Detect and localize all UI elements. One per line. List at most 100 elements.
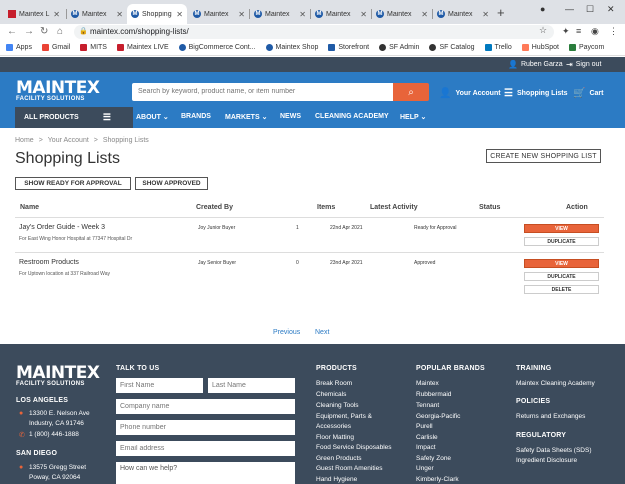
footer-link[interactable]: Maintex Cleaning Academy [516, 380, 595, 387]
footer-link[interactable]: Safety Data Sheets (SDS) [516, 447, 592, 454]
close-icon[interactable]: ✕ [299, 10, 306, 19]
footer-link[interactable]: Break Room [316, 380, 352, 387]
delete-button[interactable]: DELETE [524, 285, 599, 294]
window-close-icon[interactable]: ✕ [607, 4, 615, 15]
bookmark-maintex-live[interactable]: Maintex LIVE [116, 44, 169, 51]
first-name-field[interactable] [116, 378, 203, 393]
bookmark-sf-catalog[interactable]: SF Catalog [429, 44, 475, 51]
search-input[interactable] [132, 83, 394, 101]
bookmark-storefront[interactable]: Storefront [328, 44, 369, 51]
view-button[interactable]: VIEW [524, 259, 599, 268]
bookmark-paycom[interactable]: Paycom [569, 44, 604, 51]
nav-markets[interactable]: MARKETS ⌄ [225, 113, 267, 121]
nav-help[interactable]: HELP ⌄ [400, 113, 426, 121]
profile-circle-icon[interactable]: ● [540, 4, 545, 14]
previous-page-link[interactable]: Previous [273, 329, 300, 336]
close-icon[interactable]: ✕ [421, 10, 428, 19]
footer-link[interactable]: Green Products [316, 455, 362, 462]
close-icon[interactable]: ✕ [482, 10, 489, 19]
search-button[interactable]: ⌕ [393, 83, 429, 101]
footer-link[interactable]: Chemicals [316, 391, 346, 398]
bookmark-trello[interactable]: Trello [484, 44, 512, 51]
browser-tab[interactable]: M Maintex ✕ [372, 4, 432, 24]
footer-link[interactable]: Ingredient Disclosure [516, 457, 577, 464]
company-field[interactable] [116, 399, 295, 414]
footer-link[interactable]: Equipment, Parts & [316, 413, 372, 420]
last-name-field[interactable] [208, 378, 295, 393]
browser-tab[interactable]: M Maintex ✕ [433, 4, 493, 24]
user-name[interactable]: 👤 Ruben Garza [508, 60, 563, 69]
duplicate-button[interactable]: DUPLICATE [524, 237, 599, 246]
url-bar[interactable]: 🔒 maintex.com/shopping-lists/ [74, 25, 554, 39]
footer-link[interactable]: Guest Room Amenities [316, 465, 382, 472]
back-arrow-icon[interactable]: ← [7, 26, 17, 37]
reload-icon[interactable]: ↻ [40, 26, 48, 37]
footer-link[interactable]: Kimberly-Clark [416, 476, 459, 483]
phone-field[interactable] [116, 420, 295, 435]
forward-arrow-icon[interactable]: → [24, 26, 34, 37]
your-account-link[interactable]: 👤 Your Account [439, 88, 501, 99]
la-phone[interactable]: 1 (800) 446-1888 [29, 431, 79, 438]
duplicate-button[interactable]: DUPLICATE [524, 272, 599, 281]
nav-brands[interactable]: BRANDS [181, 113, 211, 120]
browser-tab[interactable]: M Maintex ✕ [250, 4, 310, 24]
avatar[interactable]: ◉ [591, 26, 599, 37]
browser-tab[interactable]: M Maintex ✕ [189, 4, 249, 24]
show-approved-button[interactable]: SHOW APPROVED [135, 177, 208, 190]
bookmark-apps[interactable]: Apps [6, 44, 32, 51]
kebab-menu-icon[interactable]: ⋮ [609, 26, 618, 37]
footer-link[interactable]: Carlisle [416, 434, 438, 441]
sign-out-link[interactable]: ⇥ Sign out [566, 60, 601, 69]
footer-link[interactable]: Returns and Exchanges [516, 413, 585, 420]
close-icon[interactable]: ✕ [360, 10, 367, 19]
footer-link[interactable]: Accessories [316, 423, 351, 430]
close-icon[interactable]: ✕ [116, 10, 123, 19]
breadcrumb-home[interactable]: Home [15, 137, 34, 144]
footer-link[interactable]: Safety Zone [416, 455, 451, 462]
footer-link[interactable]: Maintex [416, 380, 439, 387]
browser-tab[interactable]: M Maintex ✕ [67, 4, 127, 24]
show-ready-for-approval-button[interactable]: SHOW READY FOR APPROVAL [15, 177, 131, 190]
browser-tab-active[interactable]: M Shopping ✕ [127, 4, 187, 24]
bookmark-hubspot[interactable]: HubSpot [521, 44, 559, 51]
breadcrumb-your-account[interactable]: Your Account [48, 137, 89, 144]
footer-link[interactable]: Tennant [416, 402, 439, 409]
nav-cleaning-academy[interactable]: CLEANING ACADEMY [315, 113, 389, 120]
close-icon[interactable]: ✕ [176, 10, 183, 19]
bookmark-gmail[interactable]: Gmail [41, 44, 70, 51]
footer-link[interactable]: Unger [416, 465, 434, 472]
footer-link[interactable]: Georgia-Pacific [416, 413, 460, 420]
bookmark-bigcommerce[interactable]: BigCommerce Cont... [178, 44, 256, 51]
footer-link[interactable]: Hand Hygiene [316, 476, 357, 483]
maximize-icon[interactable]: ☐ [586, 4, 594, 15]
bookmark-mits[interactable]: MITS [80, 44, 107, 51]
reading-list-icon[interactable]: ≡ [576, 26, 581, 36]
all-products-button[interactable]: ALL PRODUCTS ☰ [15, 107, 133, 128]
close-icon[interactable]: ✕ [53, 10, 60, 19]
nav-news[interactable]: NEWS [280, 113, 301, 120]
list-name[interactable]: Restroom Products [19, 259, 79, 266]
footer-link[interactable]: Floor Matting [316, 434, 354, 441]
maintex-logo[interactable]: MAINTEX FACILITY SOLUTIONS [16, 80, 100, 103]
footer-link[interactable]: Food Service Disposables [316, 444, 392, 451]
bookmark-maintex-shop[interactable]: Maintex Shop [265, 44, 318, 51]
home-icon[interactable]: ⌂ [57, 26, 63, 37]
list-name[interactable]: Jay's Order Guide - Week 3 [19, 224, 105, 231]
bookmark-star-icon[interactable]: ☆ [539, 25, 547, 36]
view-button[interactable]: VIEW [524, 224, 599, 233]
footer-link[interactable]: Rubbermaid [416, 391, 451, 398]
shopping-lists-link[interactable]: ☰ Shopping Lists [504, 88, 568, 99]
create-shopping-list-button[interactable]: CREATE NEW SHOPPING LIST [486, 149, 601, 163]
footer-link[interactable]: Cleaning Tools [316, 402, 359, 409]
cart-link[interactable]: 🛒 Cart [573, 88, 603, 99]
close-icon[interactable]: ✕ [238, 10, 245, 19]
email-field[interactable] [116, 441, 295, 456]
browser-tab[interactable]: M Maintex ✕ [311, 4, 371, 24]
help-message-field[interactable]: How can we help? [116, 462, 295, 484]
minimize-icon[interactable]: — [565, 4, 574, 14]
nav-about[interactable]: ABOUT ⌄ [136, 113, 169, 121]
next-page-link[interactable]: Next [315, 329, 329, 336]
bookmark-sf-admin[interactable]: SF Admin [379, 44, 419, 51]
browser-tab[interactable]: Maintex L ✕ [4, 4, 64, 24]
footer-link[interactable]: Purell [416, 423, 433, 430]
